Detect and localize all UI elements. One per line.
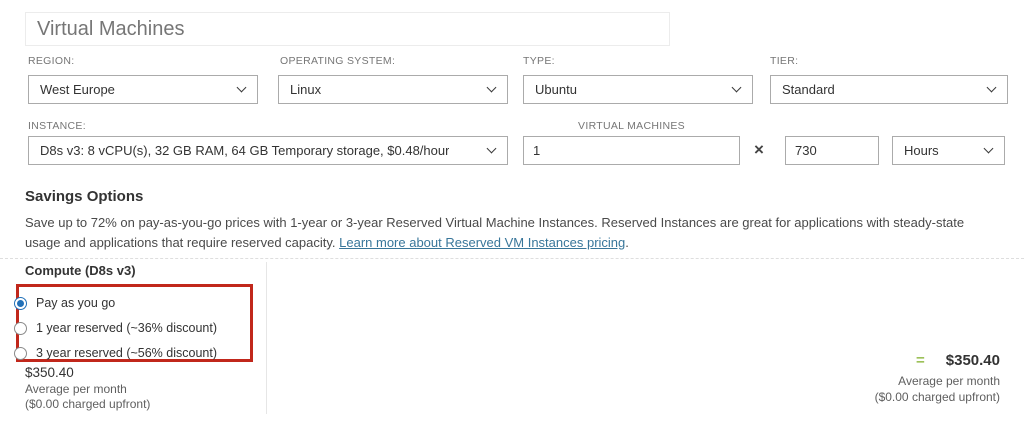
type-select[interactable]: Ubuntu [523, 75, 753, 104]
total-summary: = $350.40 Average per month ($0.00 charg… [875, 352, 1000, 404]
savings-options-heading: Savings Options [25, 188, 144, 205]
region-label: REGION: [28, 55, 75, 67]
total-price: $350.40 [945, 352, 1000, 369]
radio-unselected-icon[interactable] [14, 346, 27, 360]
os-select[interactable]: Linux [278, 75, 508, 104]
savings-description-period: . [625, 234, 629, 250]
total-price-caption: Average per month [898, 374, 1000, 388]
compute-price: $350.40 [25, 365, 74, 380]
compute-price-note: ($0.00 charged upfront) [25, 397, 151, 411]
chevron-down-icon [986, 82, 997, 93]
hours-unit-select[interactable]: Hours [892, 136, 1005, 165]
region-select[interactable]: West Europe [28, 75, 258, 104]
radio-label: 1 year reserved (~36% discount) [36, 321, 217, 335]
compute-price-caption: Average per month [25, 382, 127, 396]
vm-count-input[interactable] [523, 136, 740, 165]
os-label: OPERATING SYSTEM: [280, 55, 396, 67]
vertical-divider [266, 262, 267, 414]
tier-select-value: Standard [782, 82, 835, 97]
radio-label: 3 year reserved (~56% discount) [36, 346, 217, 360]
tier-label: TIER: [770, 55, 799, 67]
region-select-value: West Europe [40, 82, 115, 97]
radio-label: Pay as you go [36, 296, 116, 310]
vm-count-label: VIRTUAL MACHINES [578, 120, 685, 132]
service-title-box: Virtual Machines [25, 12, 670, 46]
chevron-down-icon [983, 143, 994, 154]
instance-select[interactable]: D8s v3: 8 vCPU(s), 32 GB RAM, 64 GB Temp… [28, 136, 508, 165]
chevron-down-icon [486, 143, 497, 154]
section-separator [0, 258, 1024, 259]
chevron-down-icon [236, 82, 247, 93]
type-select-value: Ubuntu [535, 82, 577, 97]
type-label: TYPE: [523, 55, 555, 67]
reserved-pricing-link[interactable]: Learn more about Reserved VM Instances p… [339, 235, 625, 250]
radio-3-year-reserved[interactable]: 3 year reserved (~56% discount) [14, 345, 217, 361]
radio-1-year-reserved[interactable]: 1 year reserved (~36% discount) [14, 320, 217, 336]
radio-selected-icon[interactable] [14, 296, 27, 310]
os-select-value: Linux [290, 82, 322, 97]
total-price-note: ($0.00 charged upfront) [874, 390, 1000, 404]
instance-label: INSTANCE: [28, 120, 86, 132]
multiply-icon: × [754, 140, 764, 159]
equals-icon: = [916, 352, 925, 369]
instance-select-value: D8s v3: 8 vCPU(s), 32 GB RAM, 64 GB Temp… [40, 143, 450, 158]
compute-heading: Compute (D8s v3) [25, 263, 136, 278]
page-title: Virtual Machines [37, 17, 185, 40]
hours-unit-value: Hours [904, 143, 939, 158]
savings-description: Save up to 72% on pay-as-you-go prices w… [25, 213, 988, 252]
hours-input[interactable] [785, 136, 879, 165]
radio-pay-as-you-go[interactable]: Pay as you go [14, 295, 115, 311]
radio-unselected-icon[interactable] [14, 321, 27, 335]
chevron-down-icon [731, 82, 742, 93]
vm-pricing-calculator: Virtual Machines REGION: OPERATING SYSTE… [0, 0, 1024, 426]
tier-select[interactable]: Standard [770, 75, 1008, 104]
chevron-down-icon [486, 82, 497, 93]
